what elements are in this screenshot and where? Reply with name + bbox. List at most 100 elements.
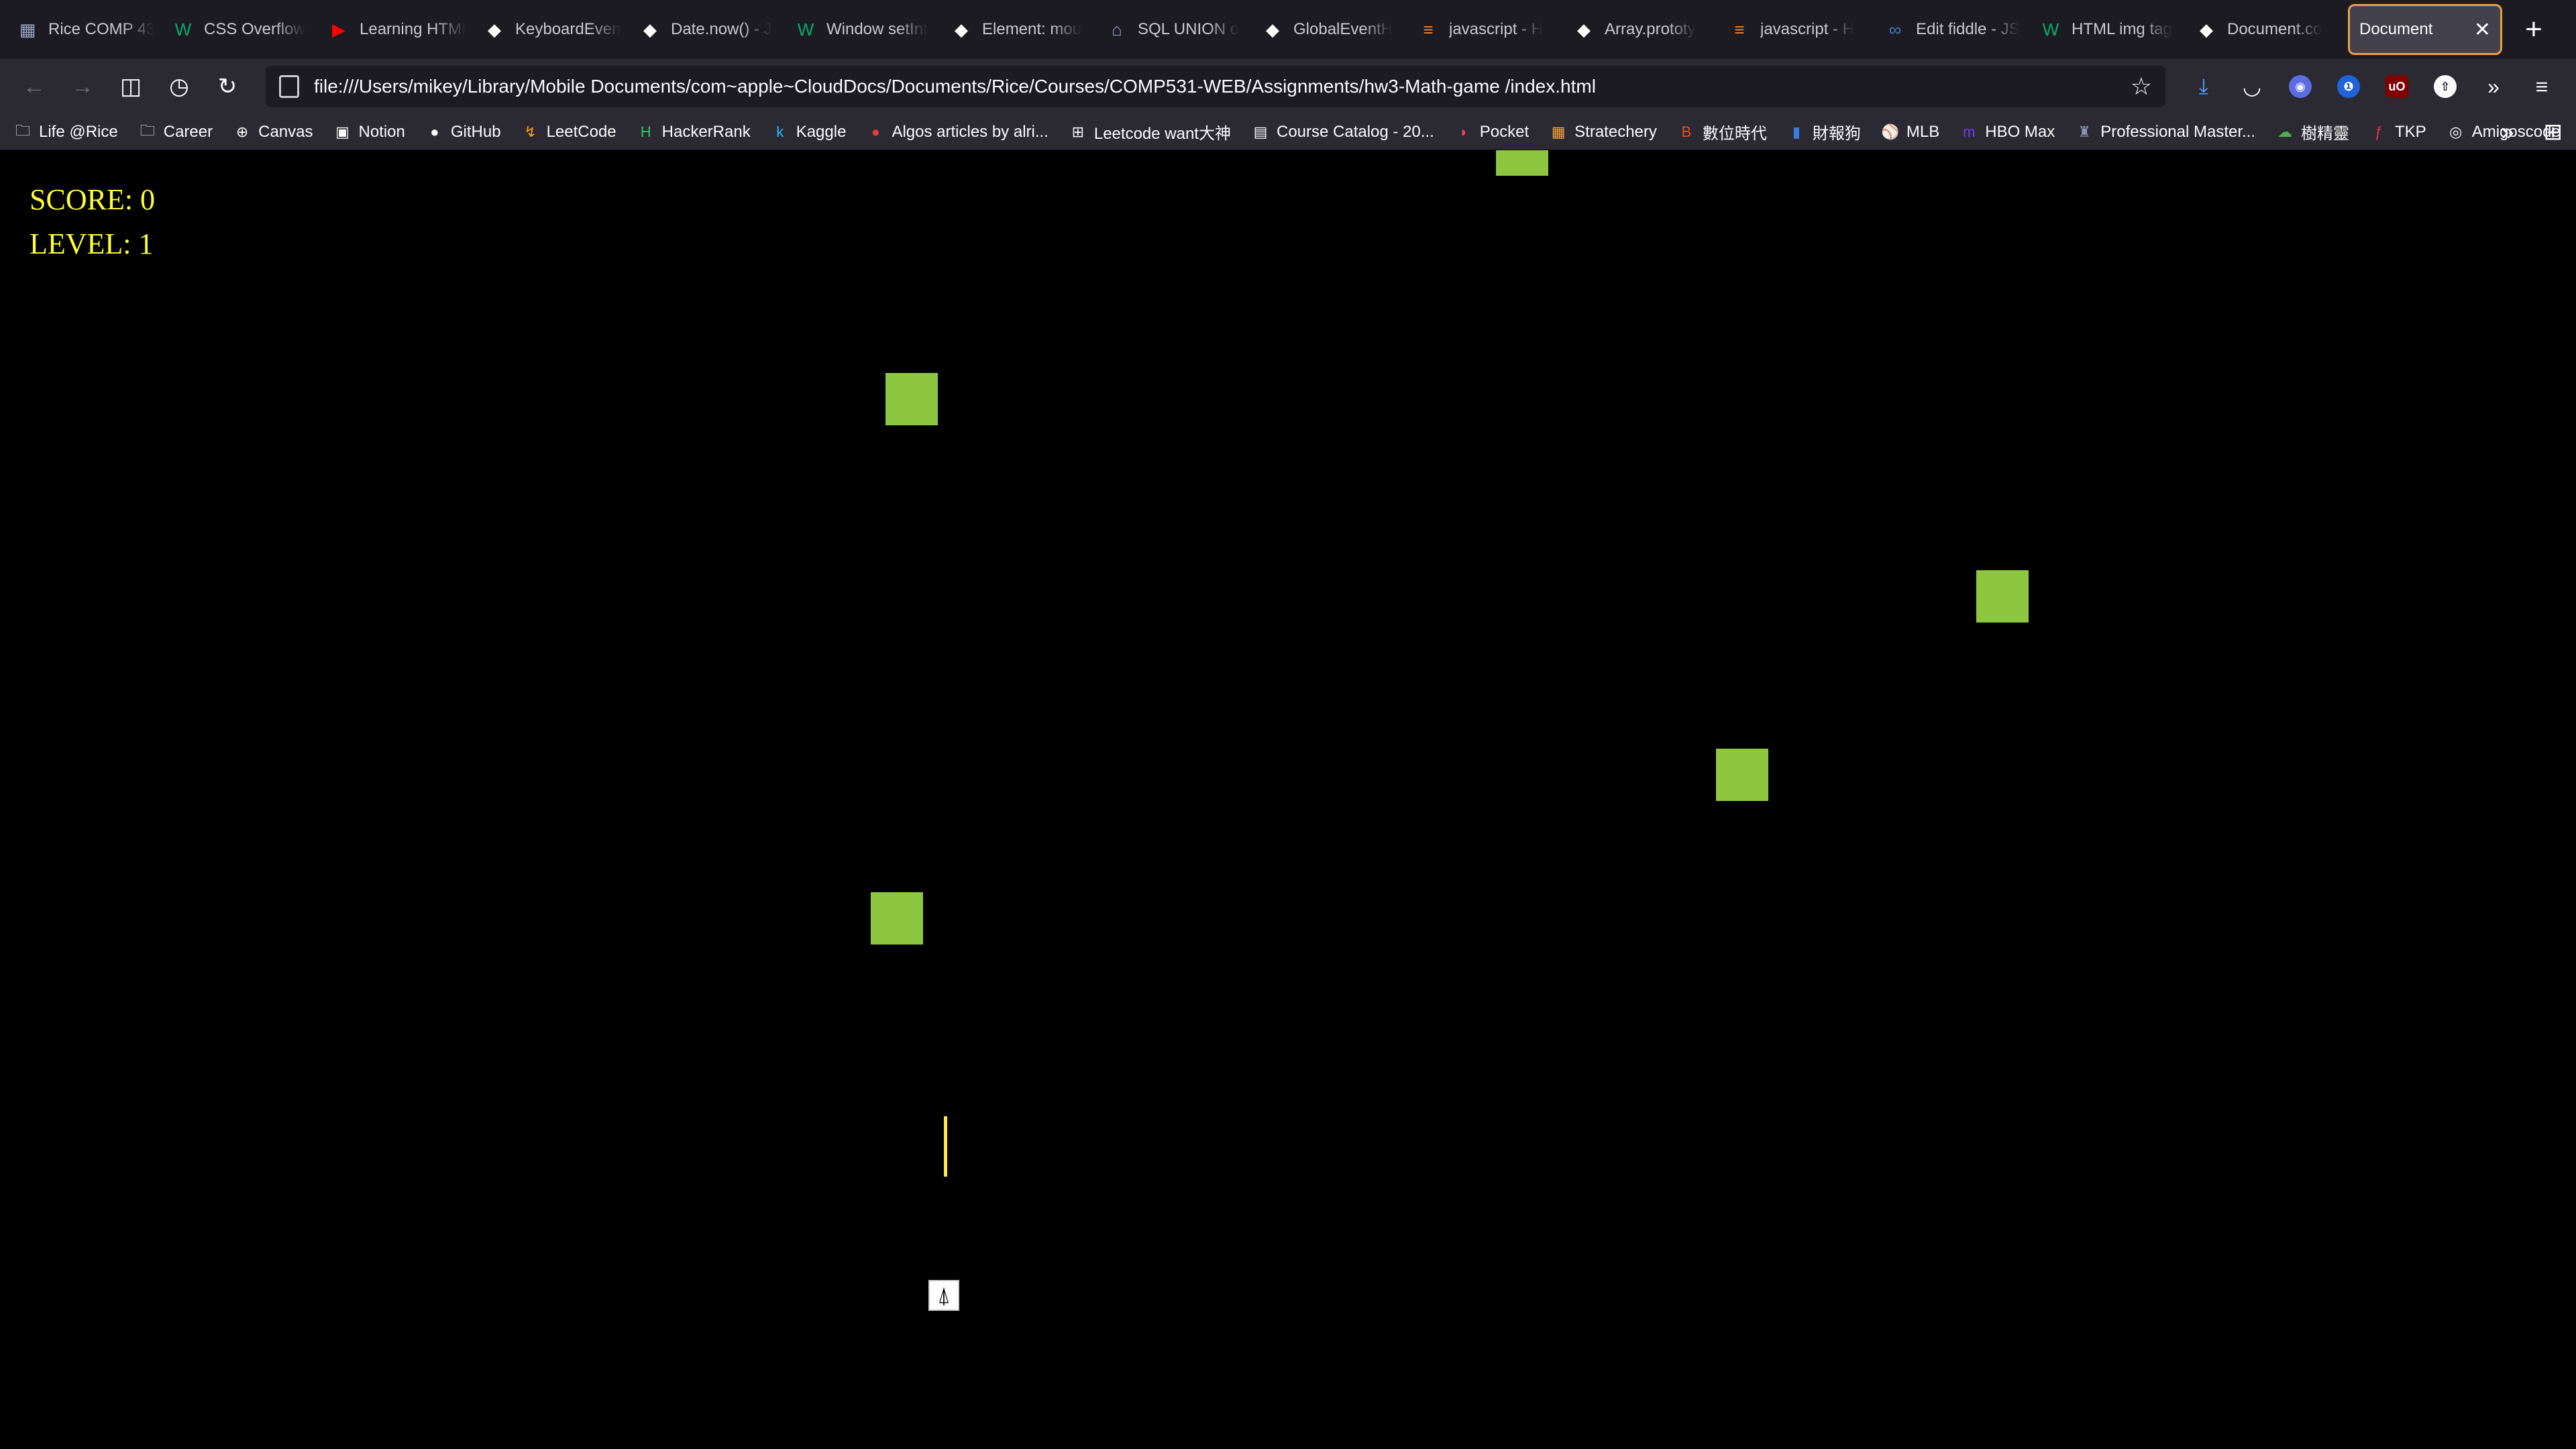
bookmark-item[interactable]: k Kaggle (771, 123, 846, 142)
bookmark-label: HackerRank (661, 122, 751, 141)
notion-icon: ▣ (335, 123, 350, 140)
apps-grid-icon[interactable]: ⊞ (2544, 119, 2563, 146)
bookmark-label: Life @Rice (39, 122, 118, 141)
tab-title: Document (2359, 20, 2433, 38)
bookmark-item[interactable]: B 數位時代 (1677, 120, 1767, 144)
bookmark-star-icon[interactable]: ☆ (2131, 72, 2152, 101)
tab-title: GlobalEventH (1293, 20, 1393, 38)
level-display: LEVEL: 1 (30, 227, 154, 260)
tab[interactable]: ◆ GlobalEventH (1253, 4, 1409, 55)
bookmark-item[interactable]: ▦ Stratechery (1549, 123, 1657, 142)
downloads-icon[interactable]: ⤓ (2183, 66, 2224, 107)
bookmark-item[interactable]: 🗀 Career (138, 122, 213, 142)
github-icon: ● (430, 123, 439, 140)
globe-icon: ⊕ (235, 123, 249, 140)
tab[interactable]: W Window setInt (786, 4, 942, 55)
navigation-toolbar: ← → ◫ ◷ ↻ file:///Users/mikey/Library/Mo… (0, 59, 2576, 114)
tab[interactable]: ◆ Date.now() - J (631, 4, 786, 55)
target-block (1496, 150, 1548, 176)
tab-title: Window setInt (826, 20, 928, 38)
close-tab-icon[interactable]: ✕ (2474, 18, 2491, 42)
game-area[interactable]: SCORE: 0 LEVEL: 1 ⍋ (0, 150, 2576, 1449)
stackoverflow-icon: ≡ (1423, 19, 1434, 40)
bookmark-item[interactable]: ▣ Notion (333, 123, 405, 142)
w3schools-icon: W (2042, 19, 2059, 40)
forward-arrow-icon[interactable]: → (62, 66, 103, 107)
tab[interactable]: ◆ Document.co (2187, 4, 2343, 55)
tab[interactable]: ◆ KeyboardEvent (475, 4, 631, 55)
bookmarks-overflow-icon[interactable]: » (2502, 119, 2514, 146)
bookmark-label: Stratechery (1574, 122, 1657, 141)
tab-title: Edit fiddle - JS (1916, 20, 2020, 38)
tab-title: Date.now() - J (671, 20, 772, 38)
tab-title: javascript - H (1760, 20, 1855, 38)
w3schools-icon: W (174, 19, 192, 40)
bookmark-label: Notion (358, 122, 405, 141)
tab-title: javascript - H (1449, 20, 1544, 38)
tab-title: Element: mou (982, 20, 1082, 38)
bookmark-label: GitHub (450, 122, 501, 141)
sidebar-icon[interactable]: ◫ (110, 66, 152, 107)
bookmark-item[interactable]: m HBO Max (1960, 123, 2055, 142)
ublock-origin-icon[interactable]: uO (2376, 66, 2418, 107)
tab[interactable]: ◆ Array.prototy (1564, 4, 1720, 55)
tab-title: Rice COMP 43 (48, 20, 154, 38)
bookmark-item[interactable]: ↯ LeetCode (521, 123, 616, 142)
pocket-save-icon[interactable]: ◡ (2231, 66, 2273, 107)
url-bar[interactable]: file:///Users/mikey/Library/Mobile Docum… (266, 66, 2165, 107)
bookmark-item[interactable]: ▤ Course Catalog - 20... (1251, 123, 1434, 142)
tab[interactable]: ▶ Learning HTML (319, 4, 475, 55)
bookmarks-toolbar: 🗀 Life @Rice 🗀 Career ⊕ Canvas ▣ Notion ● GitHub ↯… (0, 114, 2576, 150)
bookmark-label: Algos articles by alri... (892, 122, 1049, 141)
youtube-icon: ▶ (332, 19, 345, 40)
bookmark-label: Professional Master... (2100, 122, 2256, 141)
profile-extension-icon[interactable]: ⇧ (2424, 66, 2466, 107)
bookmark-label: 數位時代 (1702, 125, 1767, 143)
extension-icon[interactable]: ◉ (2279, 66, 2321, 107)
mdn-icon: ◆ (643, 19, 657, 40)
tab-title: HTML img tag (2072, 20, 2172, 38)
overflow-chevron-icon[interactable]: » (2473, 66, 2514, 107)
bookmark-item[interactable]: ƒ TKP (2369, 123, 2426, 142)
back-arrow-icon[interactable]: ← (13, 66, 55, 107)
history-icon[interactable]: ◷ (158, 66, 200, 107)
bookmark-item[interactable]: ⊞ Leetcode want大神 (1069, 120, 1231, 144)
rice-owl-icon: ♜ (2078, 123, 2092, 140)
password-manager-icon[interactable]: ❶ (2328, 66, 2369, 107)
tab[interactable]: W CSS Overflow (164, 4, 319, 55)
amigoscode-icon: ◎ (2449, 123, 2463, 140)
bookmark-item[interactable]: ⊕ Canvas (233, 123, 313, 142)
bookmark-item[interactable]: ☁ 樹精靈 (2275, 120, 2349, 144)
hamburger-menu-icon[interactable]: ≡ (2521, 66, 2563, 107)
bookmark-item[interactable]: H HackerRank (637, 123, 751, 142)
bookmark-item[interactable]: ● GitHub (425, 122, 501, 142)
bookmark-label: Career (163, 122, 213, 141)
leetcode-icon: ↯ (524, 123, 537, 140)
tab[interactable]: ≡ javascript - H (1409, 4, 1564, 55)
bookmark-item[interactable]: ● Algos articles by alri... (866, 122, 1049, 142)
tab[interactable]: ⌂ SQL UNION o (1097, 4, 1253, 55)
url-text[interactable]: file:///Users/mikey/Library/Mobile Docum… (314, 76, 2131, 97)
tab[interactable]: ◆ Element: mou (942, 4, 1097, 55)
tab[interactable]: ▦ Rice COMP 43 (8, 4, 164, 55)
tab[interactable]: ∞ Edit fiddle - JS (1876, 4, 2031, 55)
tab-title: CSS Overflow (204, 20, 305, 38)
leetcode-want-icon: ⊞ (1071, 123, 1085, 140)
bookmark-list: 🗀 Life @Rice 🗀 Career ⊕ Canvas ▣ Notion ● GitHub ↯… (13, 120, 2576, 144)
new-tab-button[interactable]: + (2510, 4, 2557, 55)
tab[interactable]: W HTML img tag (2031, 4, 2187, 55)
bookmark-item[interactable]: ⚾ MLB (1881, 123, 1939, 142)
bookmark-label: 財報狗 (1812, 125, 1861, 143)
tab-strip: ▦ Rice COMP 43 W CSS Overflow ▶ Learning HTML… (0, 0, 2576, 59)
bookmark-label: Course Catalog - 20... (1276, 122, 1434, 141)
stratechery-icon: ▦ (1551, 123, 1566, 140)
score-display: SCORE: 0 (30, 183, 156, 216)
bookmark-item[interactable]: 🗀 Life @Rice (13, 122, 118, 142)
bookmark-item[interactable]: ▮ 財報狗 (1787, 120, 1861, 144)
bookmark-item[interactable]: ◗ Pocket (1454, 123, 1529, 142)
tab-document[interactable]: Document ✕ (2348, 4, 2502, 55)
reload-icon[interactable]: ↻ (207, 66, 248, 107)
bookmark-item[interactable]: ♜ Professional Master... (2075, 123, 2255, 142)
tab[interactable]: ≡ javascript - H (1720, 4, 1876, 55)
bookmark-label: HBO Max (1985, 122, 2055, 141)
